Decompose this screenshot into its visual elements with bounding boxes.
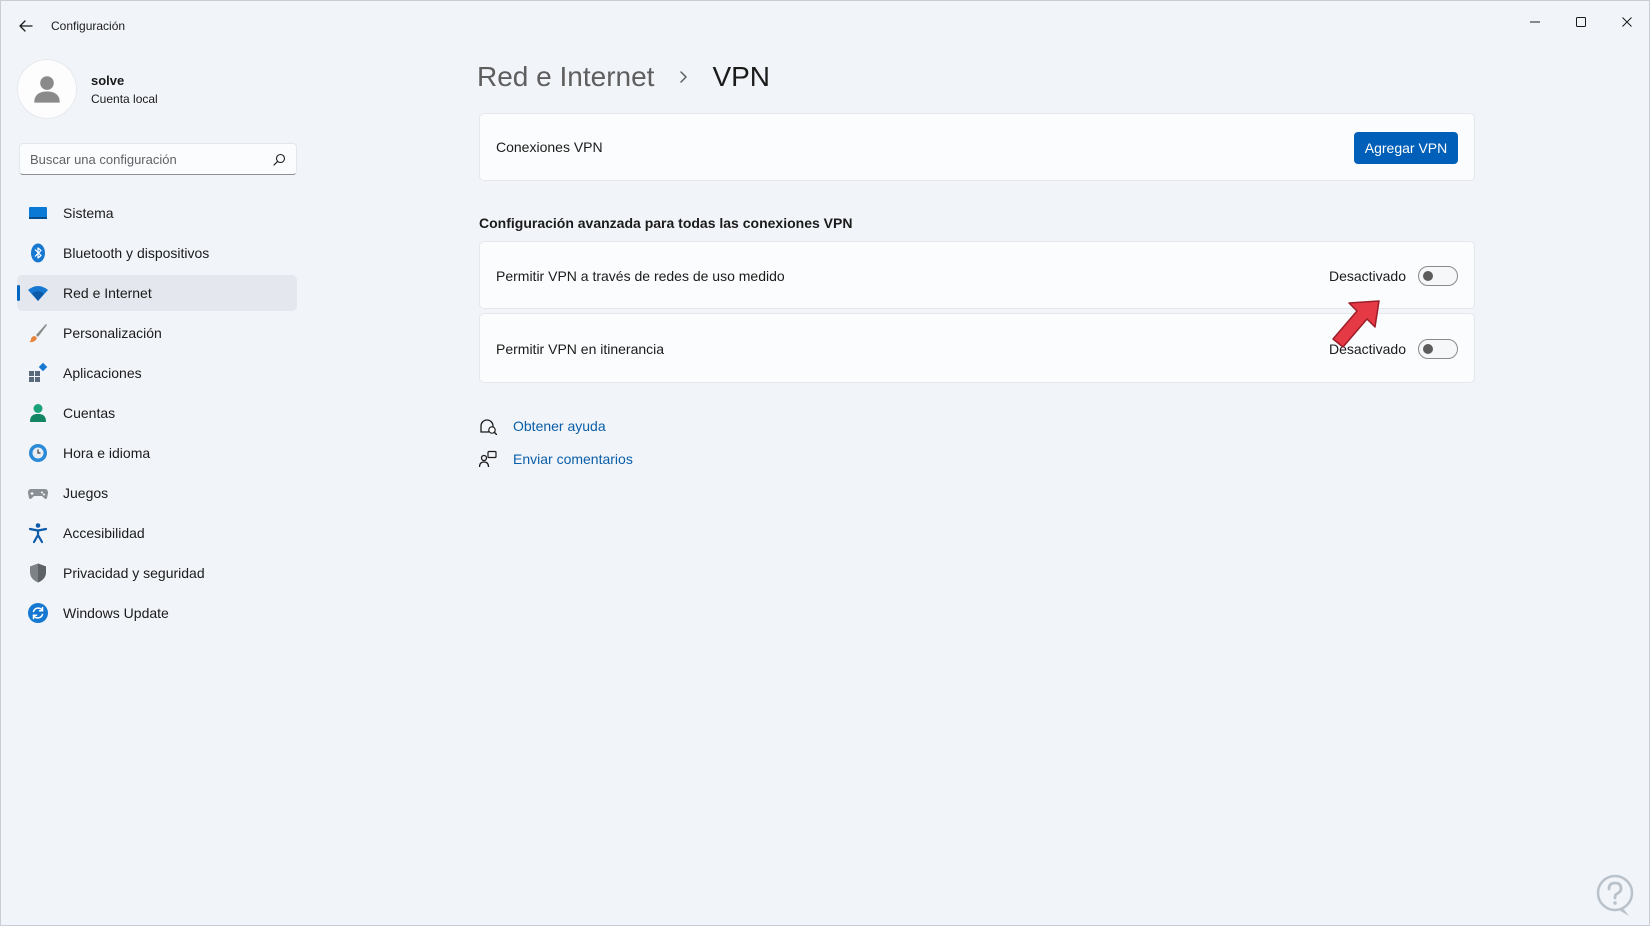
- sidebar-item-personalizacion[interactable]: Personalización: [17, 315, 297, 351]
- close-icon: [1622, 17, 1632, 27]
- vpn-connections-label: Conexiones VPN: [496, 139, 603, 155]
- annotation-arrow-icon: [1332, 300, 1380, 348]
- user-profile[interactable]: solve Cuenta local: [17, 59, 158, 119]
- sidebar-item-bluetooth[interactable]: Bluetooth y dispositivos: [17, 235, 297, 271]
- feedback-icon: [479, 450, 497, 468]
- minimize-button[interactable]: [1513, 7, 1557, 37]
- sidebar-item-juegos[interactable]: Juegos: [17, 475, 297, 511]
- apps-icon: [27, 362, 49, 384]
- shield-icon: [27, 562, 49, 584]
- sidebar-item-label: Hora e idioma: [63, 445, 151, 461]
- sidebar-item-label: Privacidad y seguridad: [63, 565, 205, 581]
- sidebar-item-label: Sistema: [63, 205, 114, 221]
- app-title: Configuración: [51, 19, 126, 33]
- sidebar-item-accesibilidad[interactable]: Accesibilidad: [17, 515, 297, 551]
- refresh-icon: [27, 602, 49, 624]
- advanced-section-title: Configuración avanzada para todas las co…: [479, 215, 853, 231]
- setting-row-metered: Permitir VPN a través de redes de uso me…: [479, 241, 1475, 309]
- settings-search: [19, 143, 297, 175]
- brush-icon: [27, 322, 49, 344]
- help-icon: [480, 419, 497, 435]
- breadcrumb: Red e Internet VPN: [477, 57, 770, 97]
- settings-window: Configuración solve Cuenta local Buscar …: [0, 0, 1650, 926]
- vpn-connections-card: Conexiones VPN Agregar VPN: [479, 113, 1475, 181]
- sidebar-item-hora-e-idioma[interactable]: Hora e idioma: [17, 435, 297, 471]
- add-vpn-button[interactable]: Agregar VPN: [1354, 132, 1458, 164]
- sidebar-item-label: Red e Internet: [63, 285, 152, 301]
- sidebar-item-label: Accesibilidad: [63, 525, 145, 541]
- minimize-icon: [1530, 21, 1540, 23]
- feedback-link[interactable]: Enviar comentarios: [513, 451, 633, 467]
- sidebar-item-label: Personalización: [63, 325, 162, 341]
- avatar: [17, 59, 77, 119]
- back-arrow-icon: [19, 20, 33, 32]
- search-input[interactable]: [30, 149, 268, 169]
- search-icon[interactable]: [273, 153, 286, 166]
- sidebar-nav: Sistema Bluetooth y dispositivos Red e I…: [17, 195, 297, 635]
- sidebar-item-red-e-internet[interactable]: Red e Internet: [17, 275, 297, 311]
- metered-vpn-toggle[interactable]: [1418, 266, 1458, 286]
- setting-row-roaming: Permitir VPN en itinerancia Desactivado: [479, 313, 1475, 383]
- watermark-logo-icon: [1596, 874, 1634, 916]
- user-avatar-icon: [34, 76, 60, 103]
- setting-label: Permitir VPN en itinerancia: [496, 341, 665, 357]
- sidebar-item-cuentas[interactable]: Cuentas: [17, 395, 297, 431]
- maximize-button[interactable]: [1559, 7, 1603, 37]
- sidebar-item-label: Juegos: [63, 485, 109, 501]
- close-button[interactable]: [1605, 7, 1649, 37]
- title-bar: Configuración: [1, 1, 1649, 49]
- globe-clock-icon: [27, 442, 49, 464]
- sidebar-item-label: Cuentas: [63, 405, 116, 421]
- sidebar-item-label: Windows Update: [63, 605, 169, 621]
- sidebar-item-sistema[interactable]: Sistema: [17, 195, 297, 231]
- sidebar-item-label: Aplicaciones: [63, 365, 142, 381]
- gamepad-icon: [27, 482, 49, 504]
- profile-account-type: Cuenta local: [91, 91, 158, 106]
- setting-label: Permitir VPN a través de redes de uso me…: [496, 268, 785, 284]
- toggle-knob: [1423, 271, 1433, 281]
- chevron-right-icon: [680, 71, 688, 83]
- sidebar-item-aplicaciones[interactable]: Aplicaciones: [17, 355, 297, 391]
- feedback-link-row: Enviar comentarios: [479, 450, 633, 468]
- accessibility-icon: [27, 522, 49, 544]
- toggle-knob: [1423, 344, 1433, 354]
- page-title: VPN: [712, 61, 771, 92]
- breadcrumb-parent-link[interactable]: Red e Internet: [477, 61, 654, 93]
- person-icon: [27, 402, 49, 424]
- wifi-icon: [27, 282, 49, 304]
- toggle-state-label: Desactivado: [1328, 268, 1406, 284]
- profile-name: solve: [91, 72, 125, 88]
- sidebar-item-windows-update[interactable]: Windows Update: [17, 595, 297, 631]
- sidebar-item-privacidad[interactable]: Privacidad y seguridad: [17, 555, 297, 591]
- back-button[interactable]: [15, 15, 37, 37]
- help-link-row: Obtener ayuda: [479, 417, 606, 435]
- monitor-icon: [27, 202, 49, 224]
- help-link[interactable]: Obtener ayuda: [513, 418, 606, 434]
- roaming-vpn-toggle[interactable]: [1418, 339, 1458, 359]
- maximize-icon: [1576, 17, 1586, 27]
- bluetooth-icon: [27, 242, 49, 264]
- sidebar-item-label: Bluetooth y dispositivos: [63, 245, 210, 261]
